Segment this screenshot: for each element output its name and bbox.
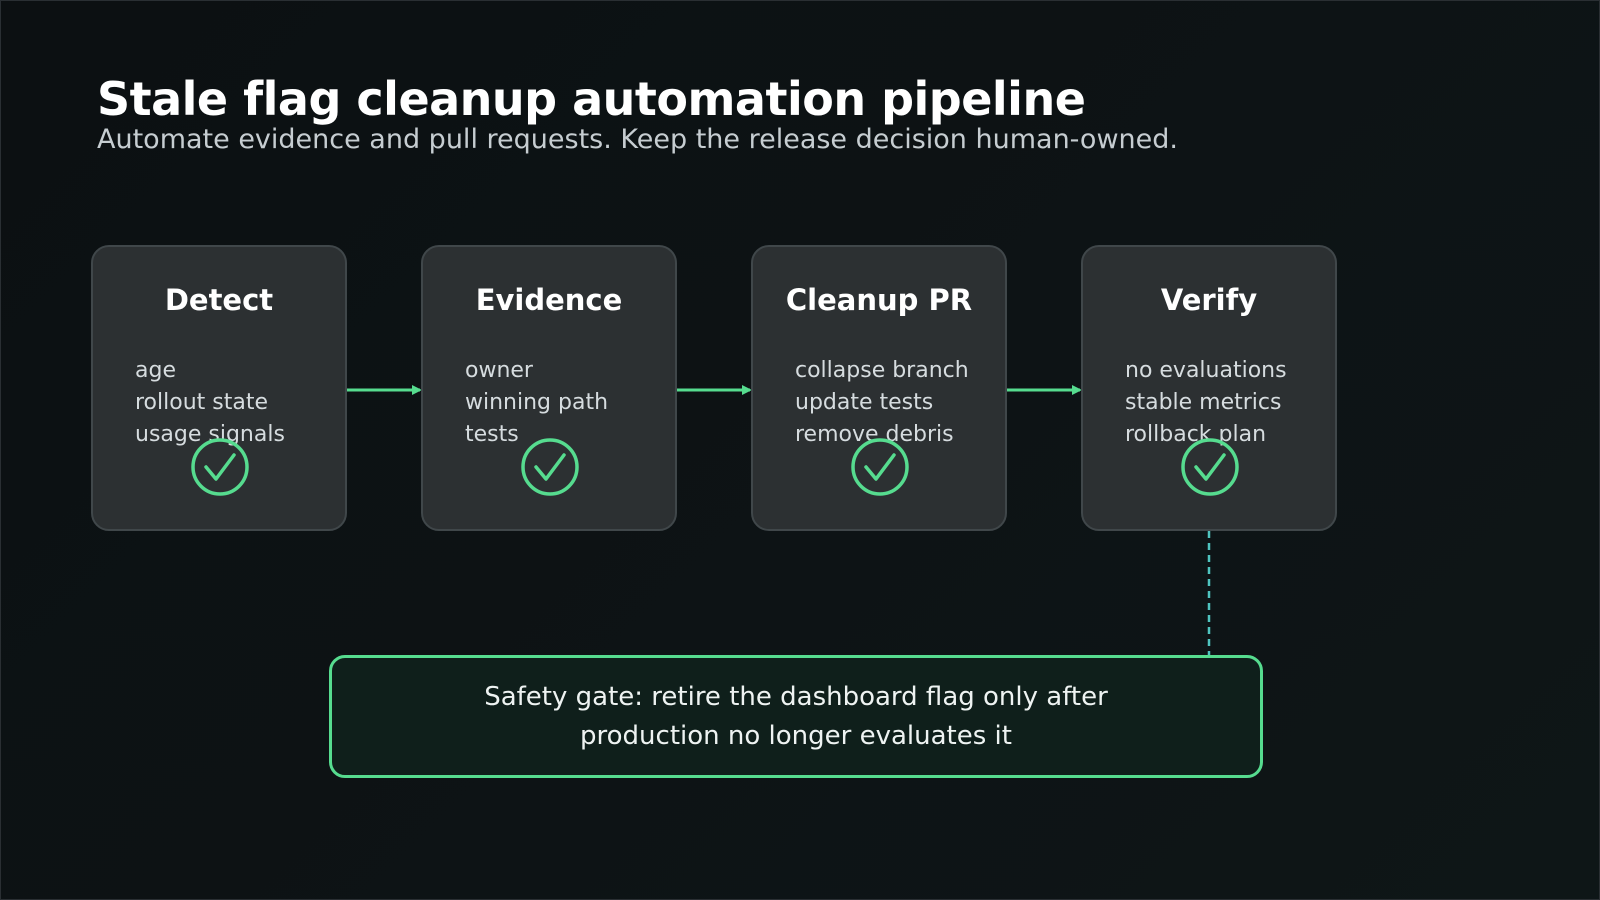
check-circle-icon	[851, 438, 909, 496]
safety-gate-box: Safety gate: retire the dashboard flag o…	[329, 655, 1263, 778]
stage-item: age	[135, 358, 176, 383]
stage-item: owner	[465, 358, 533, 383]
stage-item: no evaluations	[1125, 358, 1287, 383]
stage-item: update tests	[795, 390, 934, 415]
check-circle-icon	[1181, 438, 1239, 496]
stage-card-verify: Verify no evaluations stable metrics rol…	[1081, 245, 1337, 531]
stage-title: Cleanup PR	[785, 283, 973, 317]
stage-card-evidence: Evidence owner winning path tests	[421, 245, 677, 531]
stage-item: stable metrics	[1125, 390, 1282, 415]
stage-title: Detect	[164, 283, 274, 317]
stage-item: winning path	[465, 390, 609, 415]
stage-item: collapse branch	[795, 358, 969, 383]
check-circle-icon	[191, 438, 249, 496]
stage-card-detect: Detect age rollout state usage signals	[91, 245, 347, 531]
stage-card-cleanup-pr: Cleanup PR collapse branch update tests …	[751, 245, 1007, 531]
stage-title: Evidence	[475, 283, 623, 317]
check-circle-icon	[521, 438, 579, 496]
stage-item: rollout state	[135, 390, 268, 415]
stage-title: Verify	[1160, 283, 1258, 317]
safety-gate-text: Safety gate: retire the dashboard flag o…	[484, 681, 1108, 751]
